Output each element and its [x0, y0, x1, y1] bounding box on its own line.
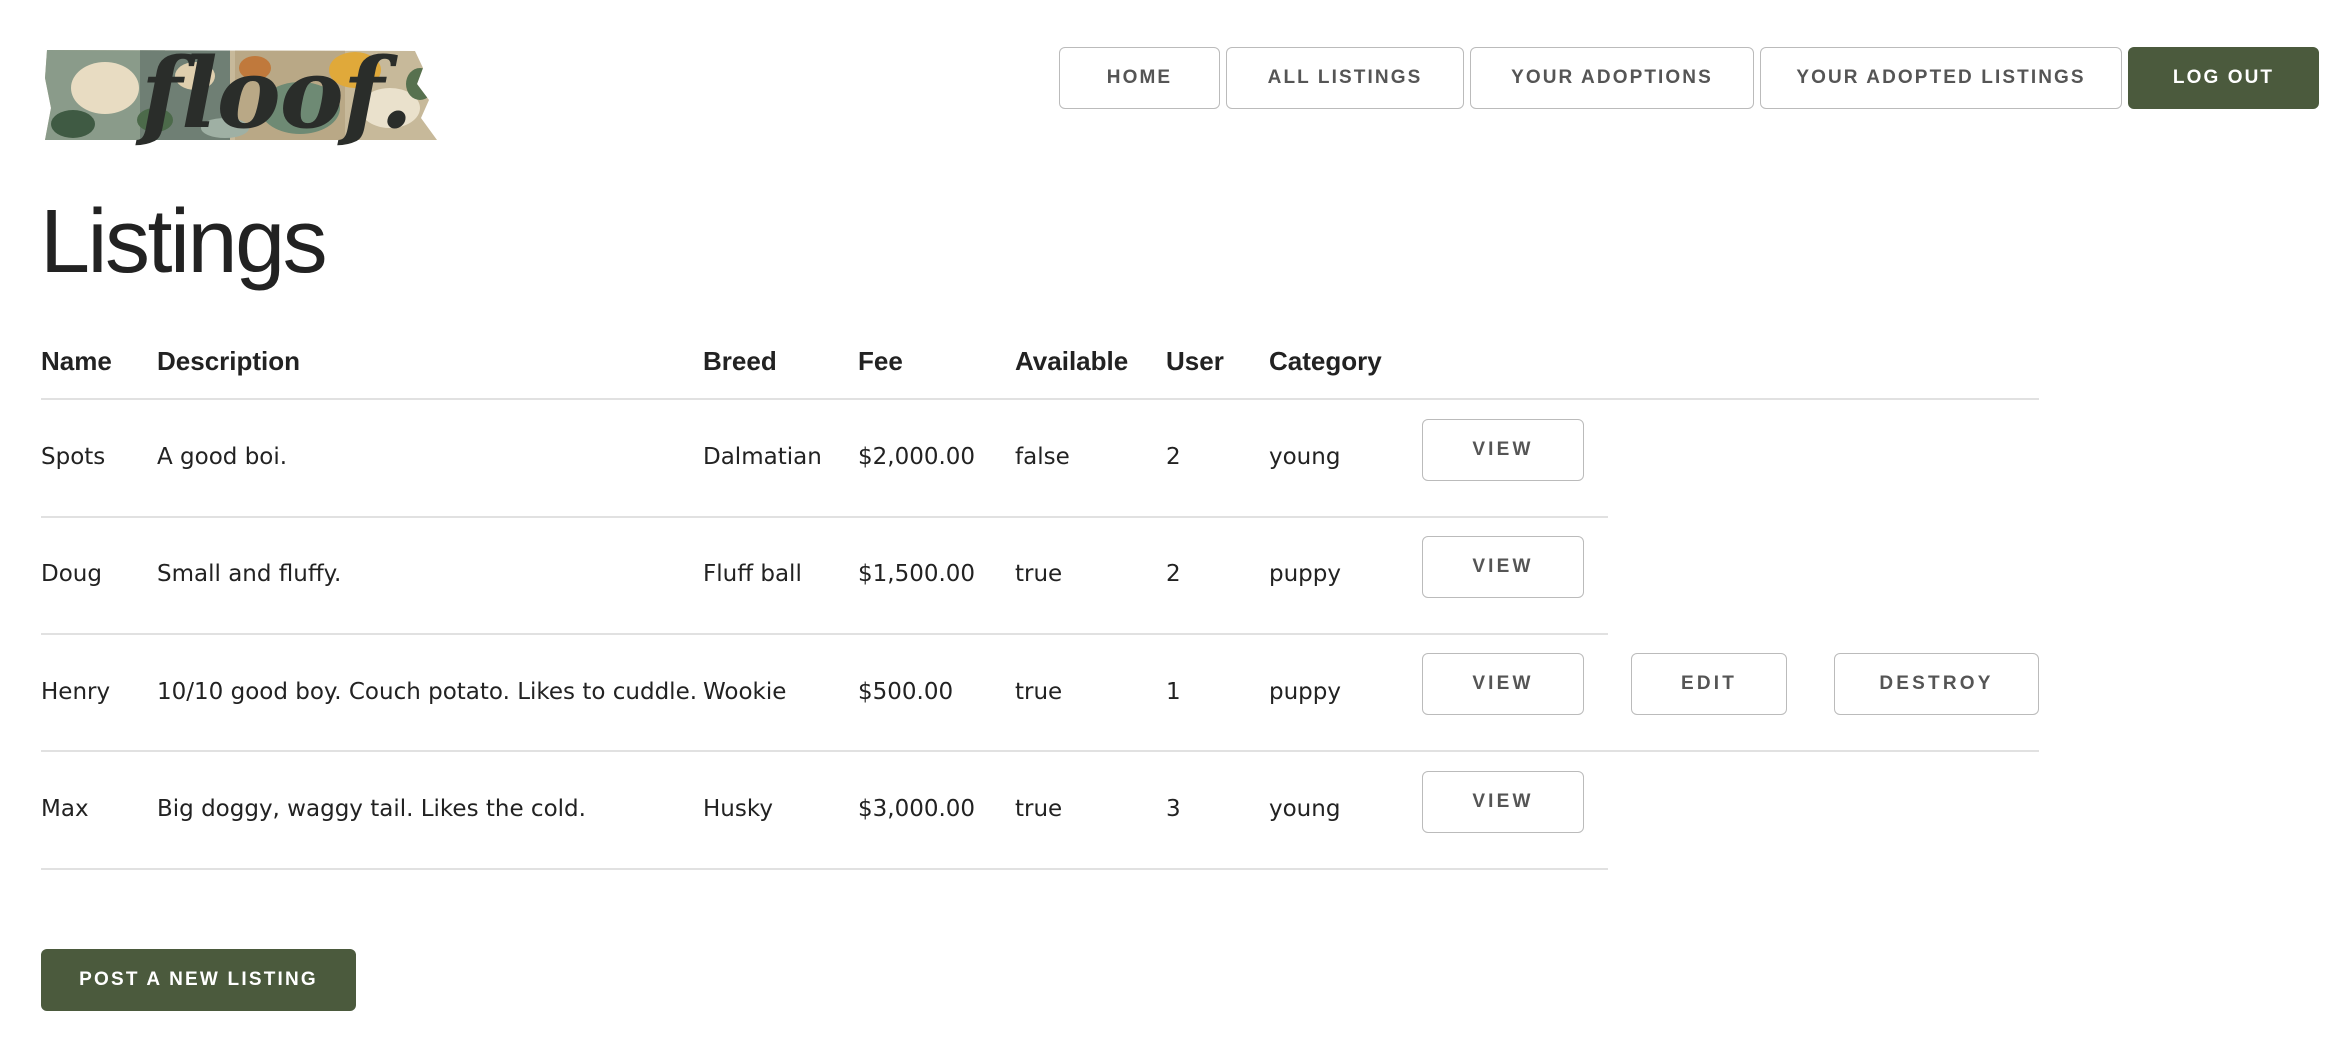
cell-name: Spots: [41, 444, 106, 470]
cell-breed: Dalmatian: [703, 444, 822, 470]
view-button[interactable]: View: [1422, 419, 1584, 481]
logo-wordmark: floof.: [141, 37, 413, 150]
cell-user: 2: [1166, 561, 1181, 587]
cell-available: true: [1015, 679, 1063, 705]
cell-fee: $1,500.00: [858, 561, 976, 587]
cell-fee: $3,000.00: [858, 796, 976, 822]
cell-breed: Fluff ball: [703, 561, 802, 587]
view-button[interactable]: View: [1422, 771, 1584, 833]
row-divider: [41, 750, 2039, 752]
nav-home-button[interactable]: Home: [1059, 47, 1220, 109]
cell-fee: $2,000.00: [858, 444, 976, 470]
cell-available: true: [1015, 561, 1063, 587]
header-user: User: [1166, 346, 1224, 376]
main-nav: Home All Listings Your Adoptions Your Ad…: [1059, 47, 2319, 109]
row-divider: [41, 868, 1608, 870]
edit-button[interactable]: Edit: [1631, 653, 1787, 715]
destroy-button[interactable]: Destroy: [1834, 653, 2039, 715]
cell-available: true: [1015, 796, 1063, 822]
cell-user: 1: [1166, 679, 1181, 705]
cell-category: young: [1269, 444, 1341, 470]
nav-your-adoptions-button[interactable]: Your Adoptions: [1470, 47, 1754, 109]
cell-breed: Husky: [703, 796, 773, 822]
cell-user: 2: [1166, 444, 1181, 470]
cell-description: A good boi.: [157, 444, 288, 470]
header-available: Available: [1015, 346, 1129, 376]
cell-name: Doug: [41, 561, 102, 587]
cell-breed: Wookie: [703, 679, 787, 705]
cell-fee: $500.00: [858, 679, 954, 705]
floof-logo[interactable]: floof.: [45, 42, 439, 146]
cell-available: false: [1015, 444, 1070, 470]
log-out-button[interactable]: Log Out: [2128, 47, 2319, 109]
cell-name: Max: [41, 796, 89, 822]
cell-category: young: [1269, 796, 1341, 822]
header-name: Name: [41, 346, 112, 376]
nav-all-listings-button[interactable]: All Listings: [1226, 47, 1464, 109]
row-divider: [41, 516, 1608, 518]
page-title: Listings: [40, 192, 328, 292]
header-breed: Breed: [703, 346, 777, 376]
header-description: Description: [157, 346, 301, 376]
view-button[interactable]: View: [1422, 653, 1584, 715]
view-button[interactable]: View: [1422, 536, 1584, 598]
header-category: Category: [1269, 346, 1382, 376]
header-divider: [41, 398, 2039, 400]
row-divider: [41, 633, 1608, 635]
cell-category: puppy: [1269, 561, 1341, 587]
cell-user: 3: [1166, 796, 1181, 822]
nav-your-adopted-listings-button[interactable]: Your Adopted Listings: [1760, 47, 2122, 109]
post-new-listing-button[interactable]: Post a new listing: [41, 949, 356, 1011]
cell-category: puppy: [1269, 679, 1341, 705]
cell-description: 10/10 good boy. Couch potato. Likes to c…: [157, 679, 698, 705]
cell-description: Small and fluffy.: [157, 561, 342, 587]
cell-name: Henry: [41, 679, 111, 705]
cell-description: Big doggy, waggy tail. Likes the cold.: [157, 796, 586, 822]
header-fee: Fee: [858, 346, 903, 376]
